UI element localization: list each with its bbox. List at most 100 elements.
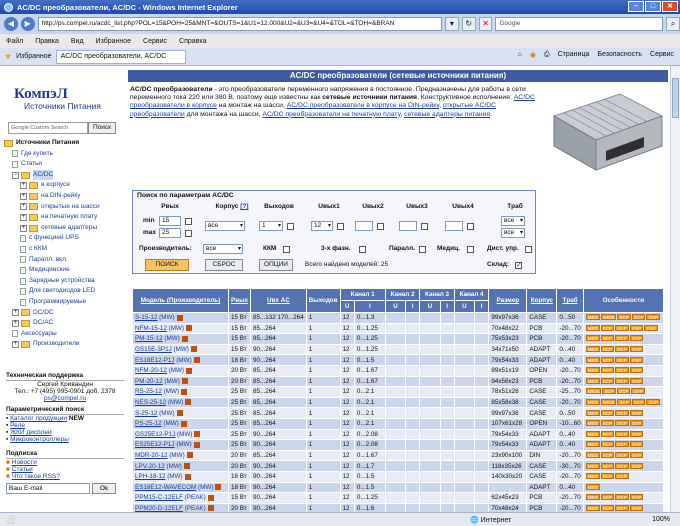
search-button[interactable]: ПОИСК [145,259,189,271]
refresh-button[interactable]: ↻ [461,17,476,31]
datasheet-icon[interactable] [193,441,200,448]
nav-item-3[interactable]: − AC/DC [4,169,124,181]
nav-item-9[interactable]: с функцией UPS [4,233,124,244]
expand-toggle-icon[interactable]: + [12,341,19,349]
table-row[interactable]: S-25-12 (MW) 25 Вт 85...264 1 12 0...2.1 99x97… [132,407,665,419]
kkm-check[interactable] [283,246,290,253]
nav-item-14[interactable]: Для светодиодов LED [4,286,124,297]
menu-tools[interactable]: Сервис [143,38,167,45]
datasheet-icon[interactable] [176,409,183,416]
three-phase-check[interactable] [359,246,366,253]
datasheet-icon[interactable] [185,367,192,374]
power-min-check[interactable] [185,218,192,225]
model-link[interactable]: S-25-12 [135,410,157,417]
options-button[interactable]: ОПЦИИ [259,259,293,271]
forward-button[interactable]: ▶ [20,17,35,31]
compat-icon[interactable]: ▾ [444,17,459,31]
nav-item-12[interactable]: Медицинские [4,265,124,276]
model-link[interactable]: GS25E12-P1J [135,431,175,438]
table-row[interactable]: NFM-20-12 (MW) 20 Вт 85...264 1 12 0...1.67 89… [132,364,665,377]
nav-item-4[interactable]: + в корпусе [4,180,124,191]
rss-icon[interactable]: ■ [6,473,10,480]
temp-min-select[interactable]: все [501,216,525,226]
nav-item-19[interactable]: + Производители [4,339,124,350]
expand-toggle-icon[interactable]: + [20,224,27,232]
param-link-lcd[interactable]: ЖКИ дисплеи [10,429,52,436]
table-row[interactable]: PPM20-D-12ELF (PEAK) 20 Вт 90...264 1 12 0...… [132,502,665,512]
subscribe-ok-button[interactable]: Ok [92,483,116,494]
datasheet-icon[interactable] [185,325,192,332]
param-link-mcu[interactable]: Микроконтроллеры [10,436,69,443]
table-row[interactable]: S-15-12 (MW) 15 Вт 85...132 170...264 1 12 0.… [132,312,665,324]
tools-menu[interactable]: Сервис [650,51,674,59]
model-link[interactable]: ES25E12-P1J [135,441,175,448]
u2-select[interactable] [355,221,373,231]
table-row[interactable]: ES18E12-P1J (MW) 18 Вт 90...264 1 12 0...1.5 7… [132,354,665,366]
model-link[interactable]: PS-25-12 [135,420,162,427]
nav-item-5[interactable]: + на DIN-рейку [4,191,124,202]
expand-toggle-icon[interactable]: − [12,171,19,179]
tab-current[interactable]: AC/DC преобразователи, AC/DC [55,49,186,64]
menu-edit[interactable]: Правка [35,38,59,45]
power-max-input[interactable]: 25 [159,228,181,238]
col-model[interactable]: Модель (Производитель) [132,288,229,313]
col-size[interactable]: Размер [488,288,528,313]
case-select[interactable]: все [205,221,245,231]
param-link-catalog[interactable]: Каталог продукции [10,415,67,422]
datasheet-icon[interactable] [190,346,197,353]
medical-check[interactable] [467,246,474,253]
search-icon[interactable]: ⌕ [666,17,680,31]
outputs-select[interactable]: 1 [259,221,283,231]
google-search-input[interactable]: Google [495,17,664,31]
menu-favorites[interactable]: Избранное [96,38,131,45]
table-row[interactable]: PPM15-C-12ELF (PEAK) 15 Вт 90...264 1 12 0...… [132,492,665,504]
model-link[interactable]: PPM20-D-12ELF [135,505,183,512]
stop-button[interactable]: ✕ [478,17,493,31]
reset-button[interactable]: СБРОС [205,259,243,271]
home-icon[interactable]: ⌂ [518,51,522,59]
vertical-scrollbar[interactable] [670,66,680,512]
nav-item-0[interactable]: Источники Питания [4,138,124,149]
scroll-thumb[interactable] [672,78,679,118]
print-icon[interactable]: ⎙ [544,51,550,59]
u4-check[interactable] [467,223,474,230]
datasheet-icon[interactable] [180,420,187,427]
u2-check[interactable] [377,223,384,230]
model-link[interactable]: LPH-18-12 [135,473,165,480]
subscribe-news-link[interactable]: Новости [12,459,37,466]
model-link[interactable]: MDR-20-12 [135,452,168,459]
support-email-link[interactable]: ps@compel.ru [44,395,86,402]
datasheet-icon[interactable] [184,473,191,480]
col-power[interactable]: Pвых [228,288,251,313]
table-row[interactable]: GS15E-3P1J (MW) 15 Вт 90...264 1 12 0...1.25 3… [132,343,665,356]
favorites-star-icon[interactable]: ★ [4,51,12,62]
expand-toggle-icon[interactable]: + [20,182,27,190]
model-link[interactable]: GS15E-3P1J [135,346,172,353]
outputs-check[interactable] [287,223,294,230]
minimize-button[interactable]: – [628,1,644,12]
favorites-button[interactable]: Избранное [16,53,51,60]
power-min-input[interactable]: 15 [159,216,181,226]
site-search-input[interactable]: Google Custom Search [8,122,88,134]
nav-item-18[interactable]: Аксессуары [4,329,124,340]
nav-item-6[interactable]: + открытые на шасси [4,202,124,213]
expand-toggle-icon[interactable]: + [20,213,27,221]
site-search-button[interactable]: Поиск [88,122,116,134]
datasheet-icon[interactable] [186,452,193,459]
datasheet-icon[interactable] [185,399,192,406]
intro-link-din[interactable]: AC/DC преобразователи в корпусе на DIN-р… [287,102,439,109]
temp-max-select[interactable]: все [501,228,525,238]
table-row[interactable]: LPV-20-12 (MW) 20 Вт 90...264 1 12 0...1.7 118… [132,460,665,472]
rss-icon[interactable]: ■ [6,466,10,473]
expand-toggle-icon[interactable]: + [12,319,19,327]
table-row[interactable]: MDR-20-12 (MW) 20 Вт 85...264 1 12 0...1.67 23… [132,449,665,462]
subscribe-email-input[interactable]: Ваш E-mail [6,483,90,494]
zoom-level[interactable]: 100% [652,516,670,523]
case-help-link[interactable]: [?] [240,203,248,210]
datasheet-icon[interactable] [207,505,214,512]
page-menu[interactable]: Страница [558,51,590,59]
subscribe-articles-link[interactable]: Статьи [12,466,33,473]
datasheet-icon[interactable] [215,484,222,491]
nav-item-10[interactable]: с ККМ [4,244,124,255]
rss-icon[interactable]: ■ [6,459,10,466]
